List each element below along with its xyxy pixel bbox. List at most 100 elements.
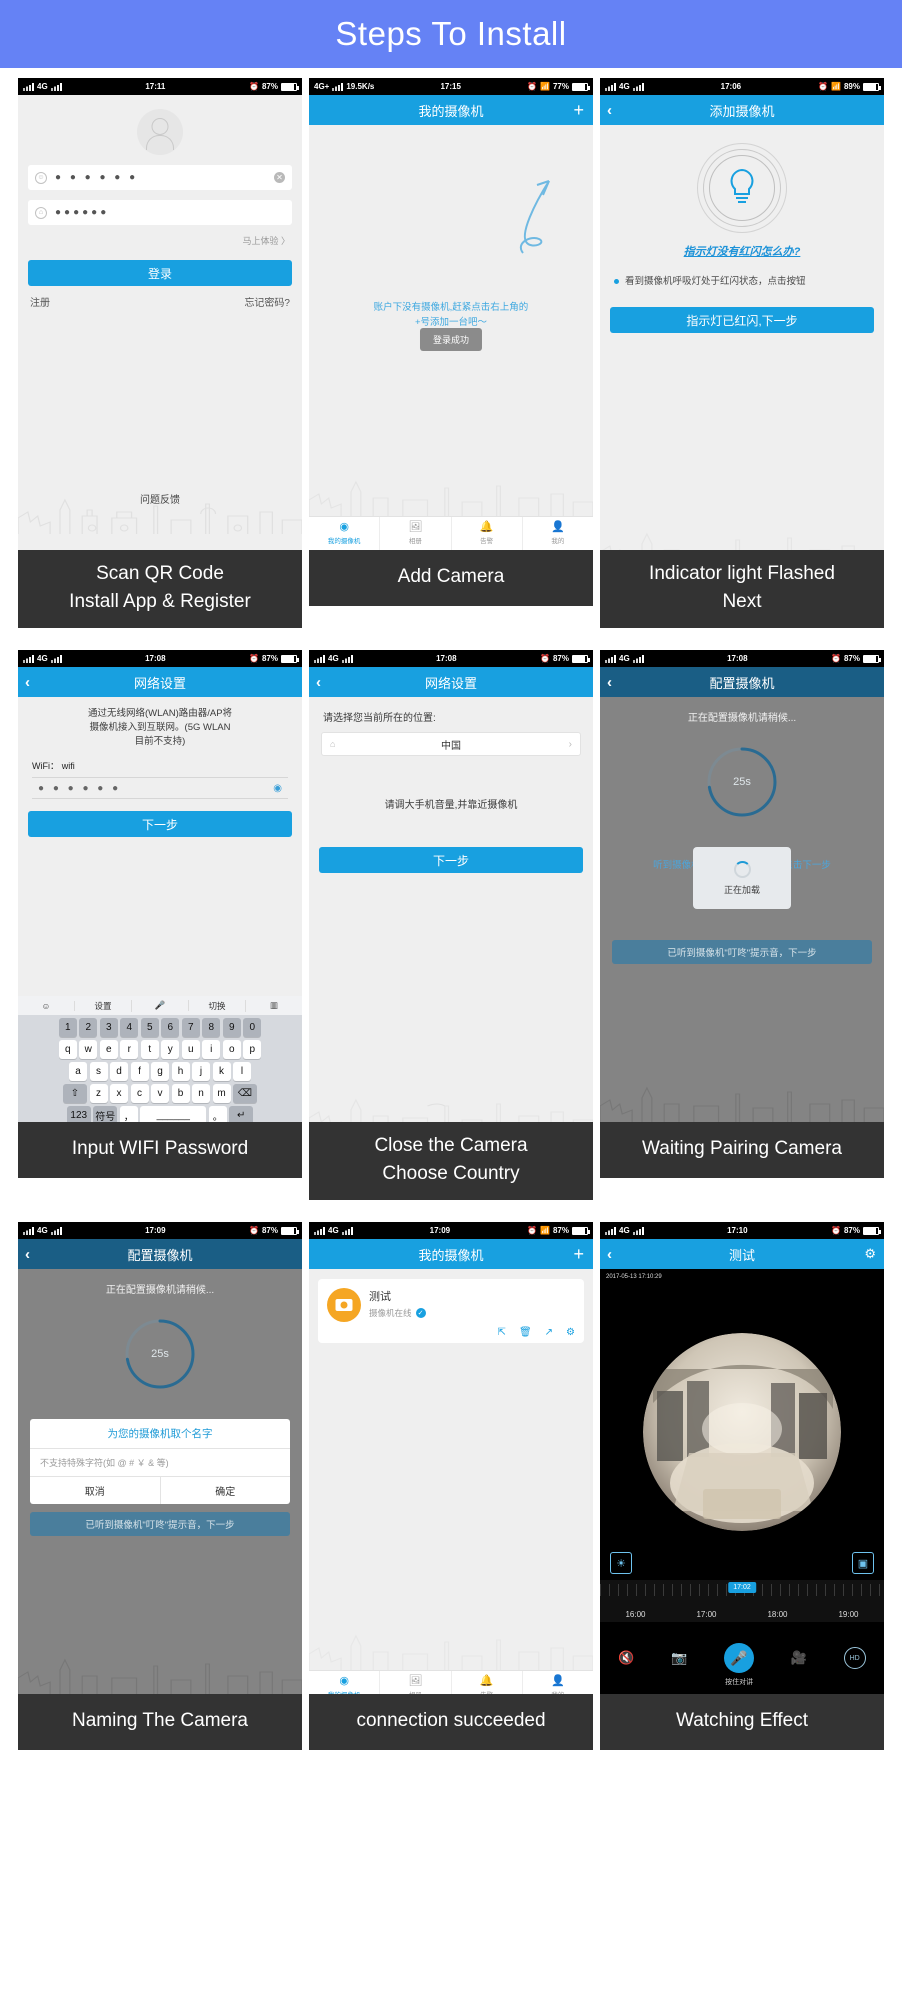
mute-icon[interactable]: 🔇 <box>618 1650 634 1666</box>
quality-button[interactable]: HD <box>843 1647 866 1669</box>
key[interactable]: ， <box>119 1106 138 1122</box>
key[interactable]: 5 <box>140 1018 159 1037</box>
back-button[interactable]: ‹ <box>316 674 321 691</box>
key[interactable]: 1 <box>58 1018 77 1037</box>
password-field[interactable]: ⌂ ●●●●●● <box>28 200 292 225</box>
tab-mine[interactable]: 👤 我的 <box>523 517 593 550</box>
back-button[interactable]: ‹ <box>25 1246 30 1263</box>
key[interactable]: 2 <box>79 1018 98 1037</box>
clear-icon[interactable]: ✕ <box>274 172 285 183</box>
video-icon[interactable]: 🎥 <box>791 1650 807 1666</box>
eye-icon[interactable]: ◉ <box>273 783 282 794</box>
trash-icon[interactable]: 🗑 <box>519 1327 532 1338</box>
tab-album[interactable]: 🖼 相册 <box>380 517 452 550</box>
layout-icon[interactable]: ▣ <box>852 1552 874 1574</box>
back-button[interactable]: ‹ <box>25 674 30 691</box>
shift-key[interactable]: ⇧ <box>63 1084 87 1103</box>
key[interactable]: o <box>222 1040 241 1059</box>
key[interactable]: 0 <box>243 1018 262 1037</box>
backspace-key[interactable]: ⌫ <box>233 1084 257 1103</box>
key[interactable]: j <box>192 1062 210 1081</box>
space-key[interactable]: ______ <box>140 1106 207 1122</box>
key[interactable]: i <box>202 1040 221 1059</box>
key[interactable]: h <box>171 1062 190 1081</box>
key[interactable]: p <box>243 1040 262 1059</box>
key[interactable]: y <box>161 1040 180 1059</box>
key[interactable]: z <box>89 1084 108 1103</box>
key[interactable]: w <box>79 1040 98 1059</box>
brightness-icon[interactable]: ☀ <box>610 1552 632 1574</box>
forgot-password-link[interactable]: 忘记密码? <box>244 294 290 309</box>
tab-alarm[interactable]: 🔔 告警 <box>452 1671 523 1694</box>
key[interactable]: e <box>99 1040 118 1059</box>
key[interactable]: b <box>171 1084 190 1103</box>
timeline[interactable]: 17:02 16:00 17:00 18:00 19:00 <box>600 1580 884 1622</box>
naming-next-button[interactable]: 已听到摄像机"叮咚"提示音，下一步 <box>30 1512 290 1536</box>
country-next-button[interactable]: 下一步 <box>319 847 583 873</box>
key[interactable]: f <box>130 1062 149 1081</box>
key[interactable]: t <box>140 1040 159 1059</box>
wifi-next-button[interactable]: 下一步 <box>28 811 292 837</box>
key[interactable]: s <box>89 1062 108 1081</box>
key[interactable]: 8 <box>202 1018 221 1037</box>
camera-name-input[interactable]: 不支持特殊字符(如 @ # ￥ & 等) <box>30 1449 290 1477</box>
grid-icon[interactable]: ▥ <box>246 1000 302 1011</box>
try-now-link[interactable]: 马上体验 〉 <box>30 234 290 247</box>
talk-button[interactable]: 🎤 按住对讲 <box>724 1643 755 1686</box>
mic-icon[interactable]: 🎤 <box>132 1000 189 1011</box>
emoji-icon[interactable]: ☺ <box>18 1000 75 1011</box>
key[interactable]: c <box>130 1084 149 1103</box>
key[interactable]: l <box>233 1062 251 1081</box>
key[interactable]: k <box>212 1062 231 1081</box>
key[interactable]: q <box>58 1040 77 1059</box>
back-button[interactable]: ‹ <box>607 102 612 119</box>
tab-album[interactable]: 🖼 相册 <box>380 1671 452 1694</box>
keyboard-settings-button[interactable]: 设置 <box>75 999 132 1012</box>
settings-icon[interactable]: ⚙ <box>566 1327 575 1338</box>
key[interactable]: g <box>151 1062 169 1081</box>
key[interactable]: n <box>192 1084 210 1103</box>
back-button[interactable]: ‹ <box>607 674 612 691</box>
status-time: 17:10 <box>727 1226 748 1235</box>
key[interactable]: 9 <box>222 1018 241 1037</box>
back-button[interactable]: ‹ <box>607 1246 612 1263</box>
key[interactable]: m <box>212 1084 231 1103</box>
wifi-password-input[interactable]: ● ● ● ● ● ● ◉ <box>32 777 288 799</box>
key[interactable]: 4 <box>120 1018 139 1037</box>
key[interactable]: 7 <box>181 1018 200 1037</box>
pairing-next-button[interactable]: 已听到摄像机"叮咚"提示音，下一步 <box>612 940 872 964</box>
symbols-key[interactable]: 符号 <box>93 1106 118 1122</box>
country-select[interactable]: ⌂ 中国 › <box>321 732 581 756</box>
export-icon[interactable]: ↗ <box>545 1327 553 1338</box>
key[interactable]: u <box>181 1040 200 1059</box>
tab-mine[interactable]: 👤 我的 <box>523 1671 593 1695</box>
key[interactable]: 。 <box>208 1106 227 1122</box>
indicator-next-button[interactable]: 指示灯已红闪,下一步 <box>610 307 874 333</box>
key[interactable]: a <box>69 1062 87 1081</box>
key[interactable]: 6 <box>161 1018 180 1037</box>
key[interactable]: d <box>110 1062 128 1081</box>
key[interactable]: 3 <box>99 1018 118 1037</box>
numeric-key[interactable]: 123 <box>66 1106 91 1122</box>
key[interactable]: r <box>120 1040 139 1059</box>
dialog-cancel-button[interactable]: 取消 <box>30 1477 161 1504</box>
account-field[interactable]: ☺ ● ● ● ● ● ● ✕ <box>28 165 292 190</box>
gear-icon[interactable]: ⚙ <box>864 1246 876 1262</box>
key[interactable]: v <box>151 1084 169 1103</box>
video-view[interactable]: 2017-05-13 17:10:29 ☀ ▣ 17:02 16:00 17:0… <box>600 1269 884 1694</box>
indicator-help-link[interactable]: 指示灯没有红闪怎么办? <box>600 243 884 259</box>
camera-icon[interactable]: 📷 <box>671 1650 687 1666</box>
tab-alarm[interactable]: 🔔 告警 <box>452 517 523 550</box>
camera-list-item[interactable]: 测试 摄像机在线 ✓ ⇱ 🗑 ↗ ⚙ <box>318 1279 584 1343</box>
login-button[interactable]: 登录 <box>28 260 292 286</box>
dialog-confirm-button[interactable]: 确定 <box>161 1477 291 1504</box>
add-camera-button[interactable]: + <box>573 100 584 121</box>
tab-my-camera[interactable]: ◉ 我的摄像机 <box>309 1671 381 1694</box>
register-link[interactable]: 注册 <box>30 294 50 309</box>
key[interactable]: x <box>110 1084 128 1103</box>
share-icon[interactable]: ⇱ <box>498 1327 506 1338</box>
tab-my-camera[interactable]: ◉ 我的摄像机 <box>309 517 381 550</box>
enter-key[interactable]: ↵ <box>229 1106 254 1122</box>
add-camera-button[interactable]: + <box>573 1244 584 1265</box>
switch-button[interactable]: 切换 <box>189 999 246 1012</box>
